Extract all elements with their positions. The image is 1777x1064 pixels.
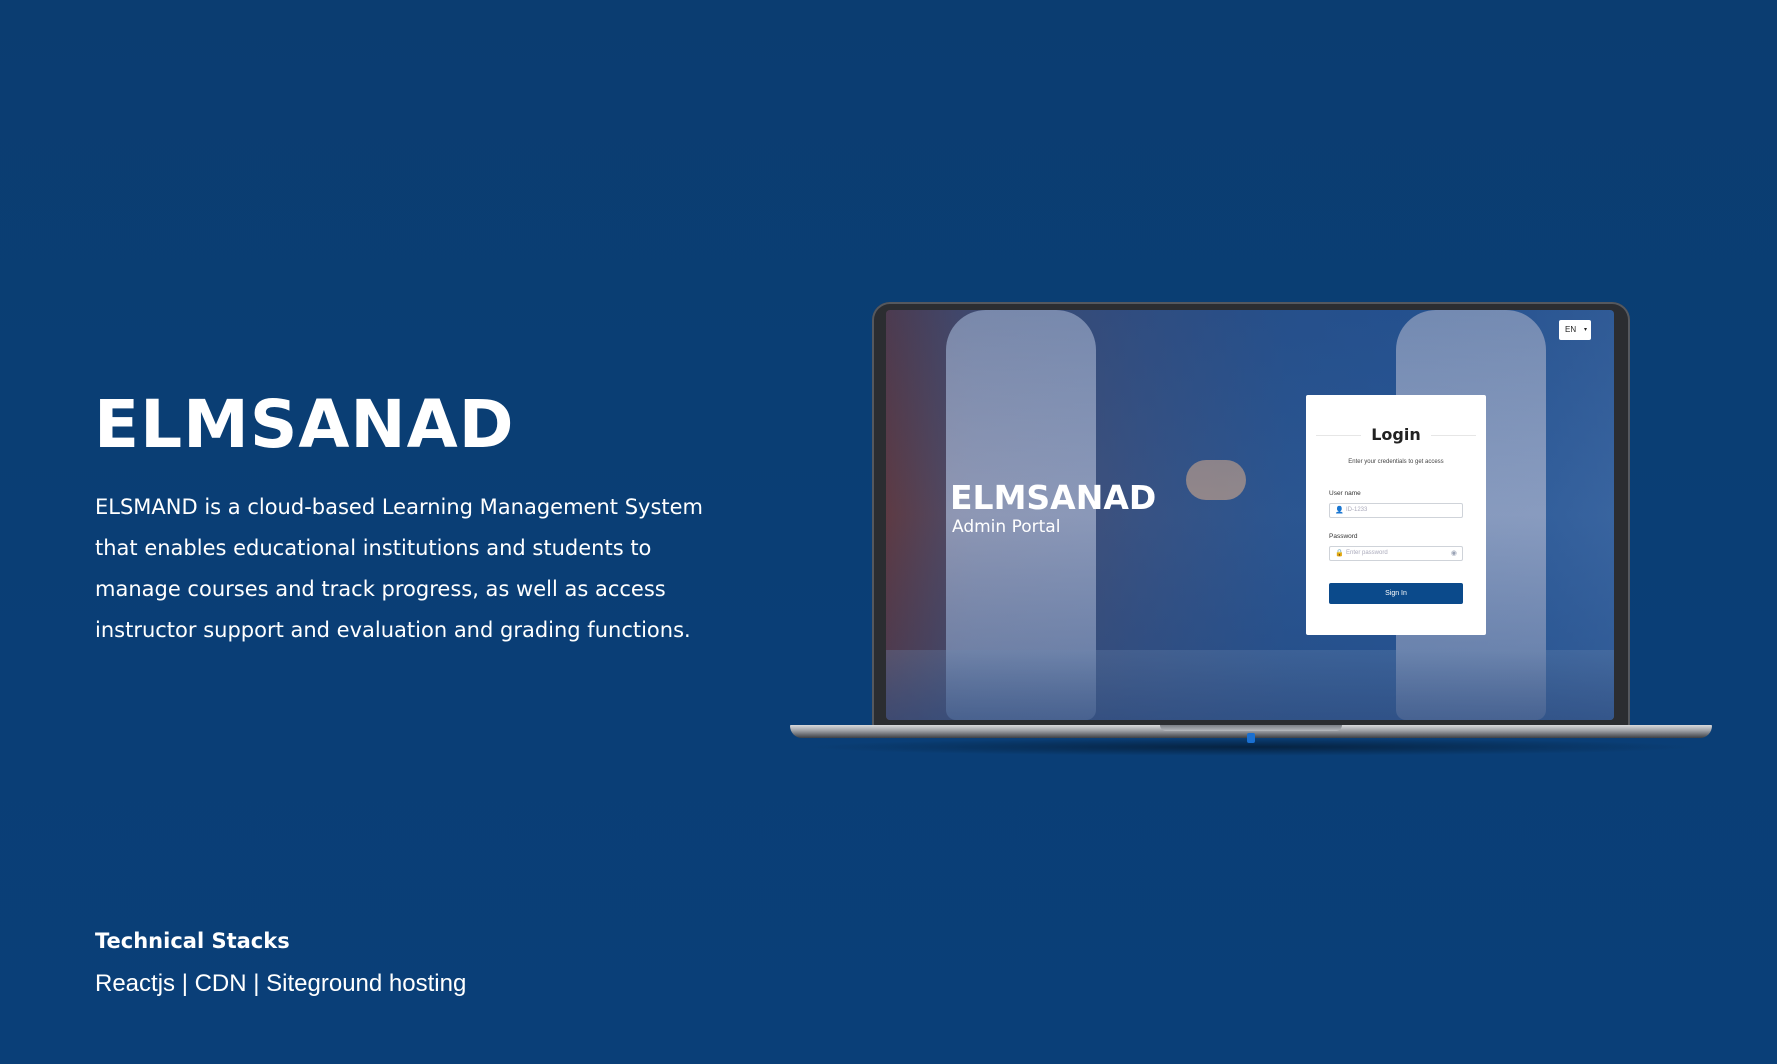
- login-title: Login: [1371, 425, 1421, 444]
- lock-icon: 🔒: [1335, 550, 1344, 557]
- laptop-indicator-light: [1247, 733, 1255, 743]
- product-description: ELSMAND is a cloud-based Learning Manage…: [95, 495, 704, 642]
- technical-stacks-list: Reactjs | CDN | Siteground hosting: [95, 970, 467, 997]
- laptop-screen: ELMSANAD Admin Portal EN ▾ Login Enter y…: [886, 310, 1614, 720]
- chevron-down-icon: ▾: [1583, 327, 1587, 333]
- language-select[interactable]: EN ▾: [1559, 320, 1591, 340]
- login-subtitle: Enter your credentials to get access: [1348, 459, 1444, 465]
- login-card: Login Enter your credentials to get acce…: [1306, 395, 1486, 635]
- laptop-mockup: ELMSANAD Admin Portal EN ▾ Login Enter y…: [872, 302, 1630, 728]
- laptop-notch: [1160, 725, 1342, 731]
- password-label: Password: [1329, 533, 1358, 540]
- portal-logo: ELMSANAD: [950, 478, 1157, 517]
- password-input[interactable]: 🔒 Enter password ◉: [1329, 546, 1463, 561]
- username-label: User name: [1329, 490, 1361, 497]
- username-input[interactable]: 👤 ID-1233: [1329, 503, 1463, 518]
- sign-in-button[interactable]: Sign In: [1329, 583, 1463, 604]
- elmsanad-logo: ELMSANAD: [94, 386, 515, 463]
- user-icon: 👤: [1335, 507, 1344, 514]
- password-placeholder: Enter password: [1346, 550, 1388, 556]
- language-label: EN: [1565, 325, 1577, 334]
- portal-subtitle: Admin Portal: [952, 517, 1061, 537]
- technical-stacks-title: Technical Stacks: [95, 929, 290, 953]
- username-placeholder: ID-1233: [1346, 507, 1368, 513]
- eye-icon[interactable]: ◉: [1451, 547, 1457, 560]
